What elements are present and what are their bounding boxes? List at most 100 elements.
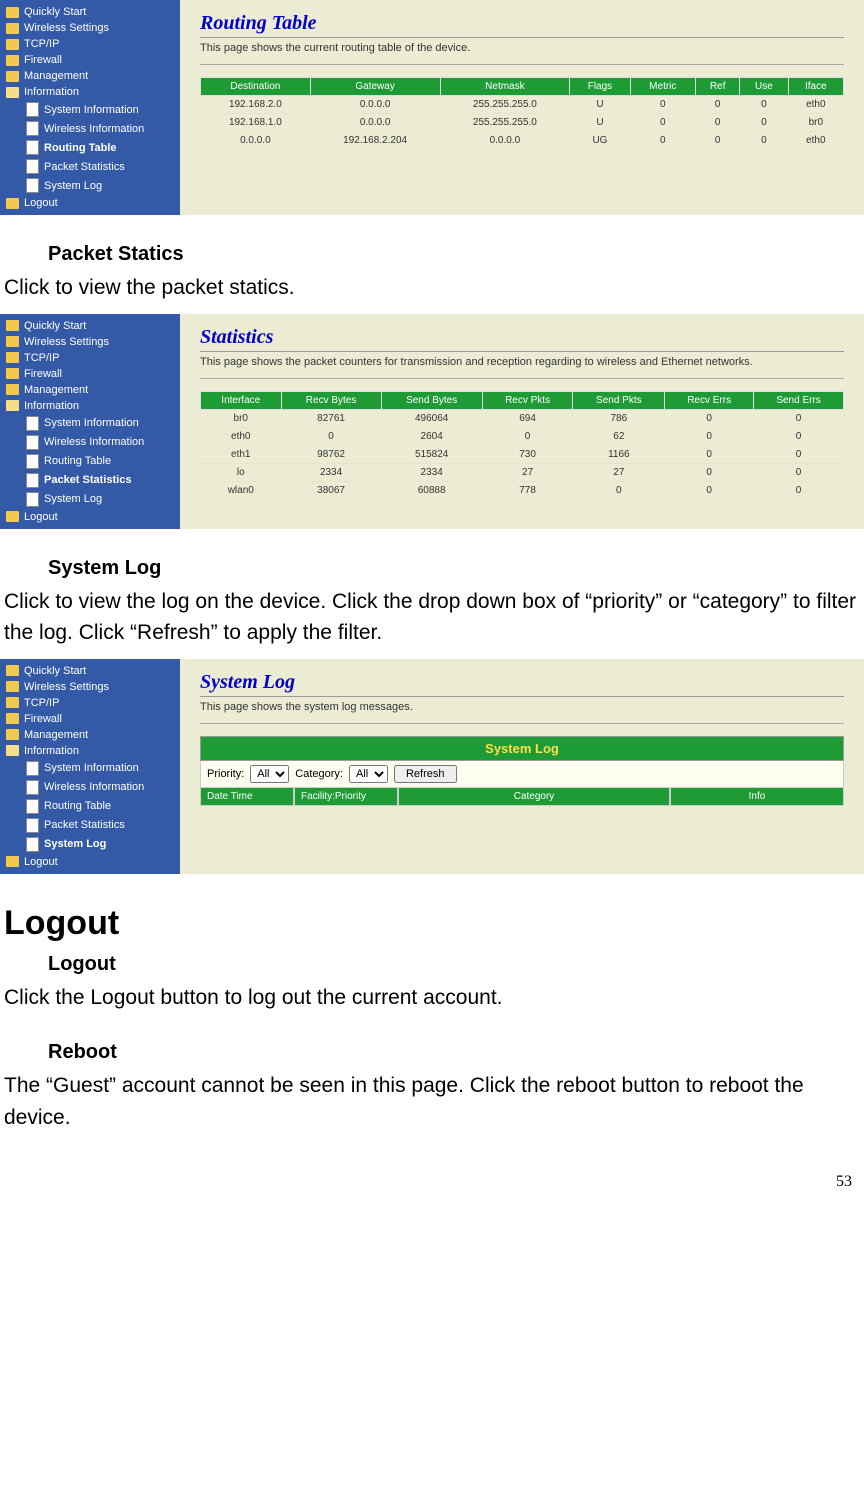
sidebar-item-wireless-information[interactable]: Wireless Information <box>0 778 180 797</box>
sidebar: Quickly Start Wireless Settings TCP/IP Fire… <box>0 314 180 529</box>
sidebar-item-system-log[interactable]: System Log <box>0 835 180 854</box>
priority-select[interactable]: All <box>250 765 289 783</box>
sidebar-item-information[interactable]: Information <box>0 84 180 100</box>
file-icon <box>26 837 39 852</box>
table-cell: 255.255.255.0 <box>440 114 570 132</box>
folder-icon <box>6 7 19 18</box>
table-cell: U <box>570 114 630 132</box>
sidebar-item-label: Information <box>24 745 79 757</box>
sidebar-item-logout[interactable]: Logout <box>0 509 180 525</box>
refresh-button[interactable]: Refresh <box>394 765 457 783</box>
table-cell: 0 <box>754 409 844 427</box>
sidebar-item-routing-table[interactable]: Routing Table <box>0 138 180 157</box>
table-cell: 496064 <box>381 409 482 427</box>
table-cell: 62 <box>573 427 665 445</box>
table-cell: UG <box>570 132 630 150</box>
screenshot-routing-table: Quickly StartWireless SettingsTCP/IPFire… <box>0 0 864 215</box>
table-cell: 2334 <box>381 463 482 481</box>
table-row: 192.168.1.00.0.0.0255.255.255.0U000br0 <box>201 114 844 132</box>
table-cell: 0.0.0.0 <box>310 114 440 132</box>
priority-label: Priority: <box>207 768 244 780</box>
page-title: Routing Table <box>200 12 844 38</box>
sidebar-item-quickly-start[interactable]: Quickly Start <box>0 318 180 334</box>
sidebar-item-tcp/ip[interactable]: TCP/IP <box>0 350 180 366</box>
folder-icon <box>6 198 19 209</box>
heading-logout: Logout <box>4 904 860 943</box>
sidebar-item-firewall[interactable]: Firewall <box>0 366 180 382</box>
table-cell: 786 <box>573 409 665 427</box>
sidebar-item-packet-statistics[interactable]: Packet Statistics <box>0 471 180 490</box>
sidebar-item-wireless-settings[interactable]: Wireless Settings <box>0 20 180 36</box>
column-header: Iface <box>788 78 843 96</box>
table-cell: U <box>570 96 630 114</box>
sidebar-item-routing-table[interactable]: Routing Table <box>0 452 180 471</box>
folder-icon <box>6 368 19 379</box>
column-header: Use <box>740 78 788 96</box>
system-log-banner: System Log <box>200 736 844 761</box>
column-header: Send Bytes <box>381 391 482 409</box>
sidebar-item-label: Wireless Settings <box>24 336 109 348</box>
table-cell: 98762 <box>281 445 381 463</box>
table-cell: eth1 <box>201 445 282 463</box>
category-select[interactable]: All <box>349 765 388 783</box>
sidebar-item-system-information[interactable]: System Information <box>0 414 180 433</box>
column-header: Send Errs <box>754 391 844 409</box>
table-cell: 694 <box>482 409 573 427</box>
table-row: lo23342334272700 <box>201 463 844 481</box>
sidebar-item-label: TCP/IP <box>24 352 59 364</box>
column-header: Metric <box>630 78 695 96</box>
folder-icon <box>6 39 19 50</box>
folder-icon <box>6 71 19 82</box>
table-cell: 730 <box>482 445 573 463</box>
sidebar-item-label: System Information <box>44 417 139 429</box>
table-cell: 0 <box>665 481 754 499</box>
log-columns-header: Date Time Facility:Priority Category Inf… <box>200 787 844 806</box>
sidebar-item-label: System Log <box>44 493 102 505</box>
sidebar-item-routing-table[interactable]: Routing Table <box>0 797 180 816</box>
table-cell: 1166 <box>573 445 665 463</box>
sidebar-item-label: Firewall <box>24 368 62 380</box>
sidebar-item-quickly-start[interactable]: Quickly Start <box>0 4 180 20</box>
sidebar-item-firewall[interactable]: Firewall <box>0 711 180 727</box>
sidebar-item-label: Management <box>24 70 88 82</box>
sidebar-item-label: Wireless Information <box>44 436 144 448</box>
col-info: Info <box>670 787 844 806</box>
sidebar-item-management[interactable]: Management <box>0 68 180 84</box>
sidebar-item-quickly-start[interactable]: Quickly Start <box>0 663 180 679</box>
sidebar-item-system-information[interactable]: System Information <box>0 759 180 778</box>
sidebar-item-system-log[interactable]: System Log <box>0 490 180 509</box>
sidebar-item-label: Logout <box>24 856 58 868</box>
sidebar-item-wireless-settings[interactable]: Wireless Settings <box>0 679 180 695</box>
table-cell: 2334 <box>281 463 381 481</box>
sidebar-item-management[interactable]: Management <box>0 382 180 398</box>
file-icon <box>26 492 39 507</box>
screenshot-system-log: Quickly StartWireless SettingsTCP/IPFire… <box>0 659 864 874</box>
sidebar-item-tcp/ip[interactable]: TCP/IP <box>0 695 180 711</box>
sidebar-item-packet-statistics[interactable]: Packet Statistics <box>0 816 180 835</box>
sidebar-item-wireless-information[interactable]: Wireless Information <box>0 119 180 138</box>
sidebar-item-logout[interactable]: Logout <box>0 195 180 211</box>
sidebar-item-tcp/ip[interactable]: TCP/IP <box>0 36 180 52</box>
page-title: System Log <box>200 671 844 697</box>
sidebar-item-label: Packet Statistics <box>44 161 125 173</box>
file-icon <box>26 102 39 117</box>
sidebar-item-logout[interactable]: Logout <box>0 854 180 870</box>
subheading-logout: Logout <box>48 953 864 976</box>
sidebar-item-management[interactable]: Management <box>0 727 180 743</box>
sidebar-item-wireless-information[interactable]: Wireless Information <box>0 433 180 452</box>
sidebar-item-wireless-settings[interactable]: Wireless Settings <box>0 334 180 350</box>
sidebar-item-information[interactable]: Information <box>0 743 180 759</box>
sidebar-item-information[interactable]: Information <box>0 398 180 414</box>
table-cell: 0 <box>630 114 695 132</box>
page-description: This page shows the system log messages. <box>200 701 844 724</box>
sidebar-item-firewall[interactable]: Firewall <box>0 52 180 68</box>
folder-icon <box>6 352 19 363</box>
sidebar-item-system-log[interactable]: System Log <box>0 176 180 195</box>
table-row: eth00260406200 <box>201 427 844 445</box>
sidebar-item-packet-statistics[interactable]: Packet Statistics <box>0 157 180 176</box>
folder-icon <box>6 681 19 692</box>
doc-section-system-log: System Log Click to view the log on the … <box>0 557 864 649</box>
table-cell: 0 <box>754 427 844 445</box>
sidebar-item-system-information[interactable]: System Information <box>0 100 180 119</box>
table-cell: 0 <box>754 445 844 463</box>
